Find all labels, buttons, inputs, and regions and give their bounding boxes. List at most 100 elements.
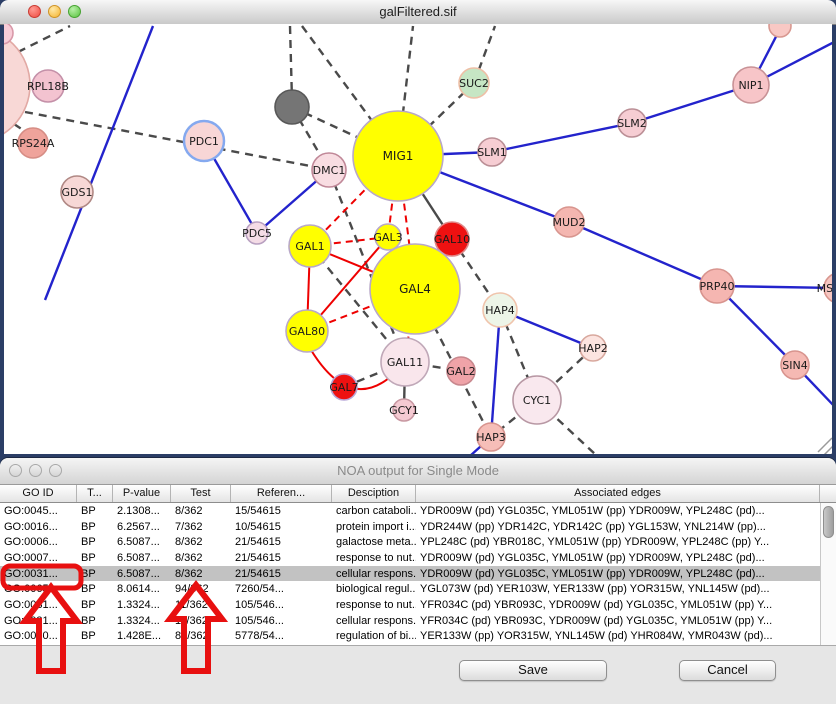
cell[interactable]: GO:0031... (0, 568, 77, 580)
cell[interactable]: GO:0016... (0, 521, 77, 533)
cell[interactable]: carbon cataboli... (332, 505, 416, 517)
cell[interactable]: GO:0045... (0, 505, 77, 517)
cell[interactable]: YGL073W (pd) YER103W, YER133W (pp) YOR31… (416, 583, 820, 595)
column-header-test[interactable]: Test (171, 485, 231, 502)
cell[interactable]: 80/362 (171, 630, 231, 642)
save-button[interactable]: Save (459, 660, 607, 681)
cell[interactable]: BP (77, 505, 113, 517)
cell[interactable]: response to nut... (332, 552, 416, 564)
cell[interactable]: BP (77, 583, 113, 595)
table-row[interactable]: GO:0031...BP1.3324...11/362105/546...cel… (0, 613, 820, 629)
cell[interactable]: BP (77, 630, 113, 642)
cell[interactable]: cellular respons... (332, 568, 416, 580)
cell[interactable]: protein import i... (332, 521, 416, 533)
cell[interactable]: GO:0007... (0, 552, 77, 564)
cell[interactable]: 15/54615 (231, 505, 332, 517)
cell[interactable]: YPL248C (pd) YBR018C, YML051W (pp) YDR00… (416, 536, 820, 548)
network-window-title: galFiltered.sif (0, 4, 836, 19)
cell[interactable]: response to nut... (332, 599, 416, 611)
cell[interactable]: 21/54615 (231, 536, 332, 548)
cell[interactable]: GO:0050... (0, 630, 77, 642)
cell[interactable]: 11/362 (171, 599, 231, 611)
cell[interactable]: 1.3324... (113, 615, 171, 627)
cell[interactable]: 21/54615 (231, 568, 332, 580)
cell[interactable]: 8.0614... (113, 583, 171, 595)
table-row[interactable]: GO:0007...BP6.5087...8/36221/54615respon… (0, 550, 820, 566)
cell[interactable]: GO:0031... (0, 615, 77, 627)
cell[interactable]: 2.1308... (113, 505, 171, 517)
cell[interactable]: galactose meta... (332, 536, 416, 548)
cell[interactable]: 105/546... (231, 599, 332, 611)
cell[interactable]: BP (77, 599, 113, 611)
node-label-gal2: GAL2 (446, 365, 475, 378)
network-canvas[interactable]: RPL18BRPS24AGDS1PDC1DMC1MIG1SUC2SLM1SLM2… (4, 24, 832, 454)
cell[interactable]: BP (77, 552, 113, 564)
cell[interactable]: 10/54615 (231, 521, 332, 533)
cell[interactable]: 7/362 (171, 521, 231, 533)
edge-dashed[interactable] (290, 26, 292, 100)
cell[interactable]: 8/362 (171, 552, 231, 564)
cell[interactable]: 8/362 (171, 505, 231, 517)
table-row[interactable]: GO:0045...BP2.1308...8/36215/54615carbon… (0, 503, 820, 519)
table-row[interactable]: GO:0006...BP6.5087...8/36221/54615galact… (0, 534, 820, 550)
edge-blue[interactable] (492, 123, 632, 152)
cell[interactable]: 8/362 (171, 568, 231, 580)
cell[interactable]: 7260/54... (231, 583, 332, 595)
noa-window-titlebar[interactable]: NOA output for Single Mode (0, 458, 836, 485)
column-header-go-id[interactable]: GO ID (0, 485, 77, 502)
cell[interactable]: BP (77, 615, 113, 627)
cell[interactable]: YFR034C (pd) YBR093C, YDR009W (pd) YGL03… (416, 599, 820, 611)
cell[interactable]: 21/54615 (231, 552, 332, 564)
table-row[interactable]: GO:0065...BP8.0614...94/3627260/54...bio… (0, 581, 820, 597)
cell[interactable]: YER133W (pp) YOR315W, YNL145W (pd) YHR08… (416, 630, 820, 642)
vertical-scrollbar[interactable] (820, 503, 836, 645)
cell[interactable]: biological regul... (332, 583, 416, 595)
cell[interactable]: 6.5087... (113, 568, 171, 580)
cell[interactable]: cellular respons... (332, 615, 416, 627)
table-row[interactable]: GO:0016...BP6.2567...7/36210/54615protei… (0, 519, 820, 535)
cell[interactable]: YDR009W (pd) YGL035C, YML051W (pp) YDR00… (416, 552, 820, 564)
cell[interactable]: GO:0031... (0, 599, 77, 611)
cell[interactable]: YDR009W (pd) YGL035C, YML051W (pp) YDR00… (416, 568, 820, 580)
cell[interactable]: 11/362 (171, 615, 231, 627)
cell[interactable]: BP (77, 568, 113, 580)
node-unlabeled[interactable] (4, 24, 13, 44)
cell[interactable]: regulation of bi... (332, 630, 416, 642)
node-unlabeled[interactable] (769, 24, 791, 37)
cell[interactable]: YDR244W (pp) YDR142C, YDR142C (pp) YGL15… (416, 521, 820, 533)
cancel-button[interactable]: Cancel (679, 660, 776, 681)
cell[interactable]: BP (77, 536, 113, 548)
cell[interactable]: 6.5087... (113, 552, 171, 564)
resize-grip[interactable] (830, 450, 832, 454)
cell[interactable]: 6.2567... (113, 521, 171, 533)
cell[interactable]: YFR034C (pd) YBR093C, YDR009W (pd) YGL03… (416, 615, 820, 627)
cell[interactable]: BP (77, 521, 113, 533)
scrollbar-thumb[interactable] (823, 506, 834, 538)
cell[interactable]: GO:0065... (0, 583, 77, 595)
network-window-titlebar[interactable]: galFiltered.sif (0, 0, 836, 25)
column-header-associated-edges[interactable]: Associated edges (416, 485, 820, 502)
table-row[interactable]: GO:0050...BP1.428E...80/3625778/54...reg… (0, 629, 820, 645)
column-header-t-[interactable]: T... (77, 485, 113, 502)
cell[interactable]: 8/362 (171, 536, 231, 548)
table-row[interactable]: GO:0031...BP6.5087...8/36221/54615cellul… (0, 566, 820, 582)
column-header-p-value[interactable]: P-value (113, 485, 171, 502)
edge-dashed[interactable] (18, 26, 70, 52)
cell[interactable]: 105/546... (231, 615, 332, 627)
cell[interactable]: 1.428E... (113, 630, 171, 642)
network-graph[interactable]: RPL18BRPS24AGDS1PDC1DMC1MIG1SUC2SLM1SLM2… (4, 24, 832, 454)
table-row[interactable]: GO:0031...BP1.3324...11/362105/546...res… (0, 597, 820, 613)
cell[interactable]: 1.3324... (113, 599, 171, 611)
edge-blue[interactable] (491, 310, 500, 437)
node-label-hap3: HAP3 (476, 431, 505, 444)
node-unlabeled[interactable] (275, 90, 309, 124)
cell[interactable]: 5778/54... (231, 630, 332, 642)
cell[interactable]: GO:0006... (0, 536, 77, 548)
cell[interactable]: YDR009W (pd) YGL035C, YML051W (pp) YDR00… (416, 505, 820, 517)
column-header-desciption[interactable]: Desciption (332, 485, 416, 502)
column-header-referen-[interactable]: Referen... (231, 485, 332, 502)
edge-blue[interactable] (569, 222, 717, 286)
cell[interactable]: 6.5087... (113, 536, 171, 548)
cell[interactable]: 94/362 (171, 583, 231, 595)
edge-blue[interactable] (45, 26, 153, 300)
